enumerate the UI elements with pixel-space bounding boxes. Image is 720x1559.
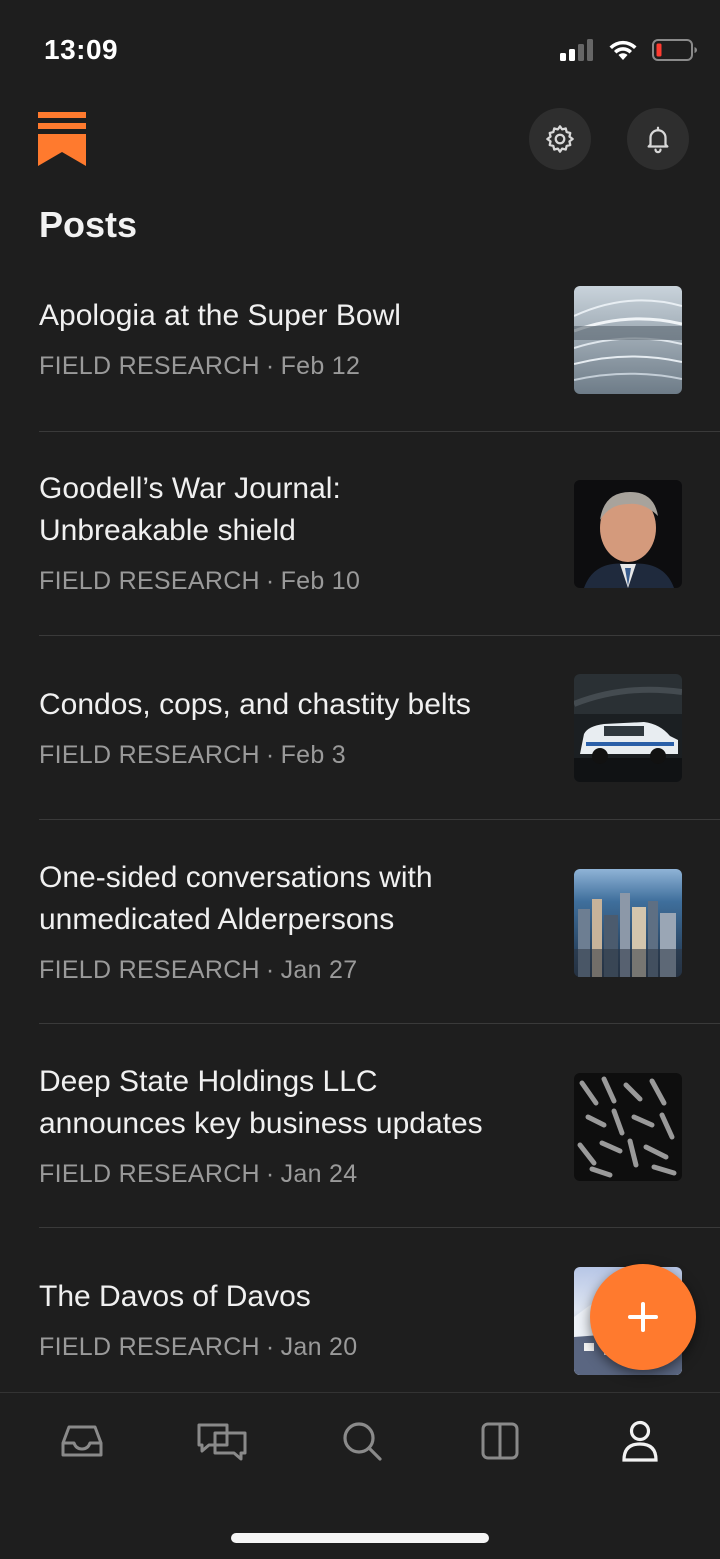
stadium-image [574,286,682,394]
post-section: FIELD RESEARCH [39,741,260,769]
post-title-line: Unbreakable shield [39,514,296,547]
post-date: Jan 27 [280,956,358,984]
post-meta: FIELD RESEARCH · Feb 12 [39,352,360,381]
meta-separator: · [265,1333,275,1361]
post-meta: FIELD RESEARCH · Jan 20 [39,1333,357,1362]
post-title-line: announces key business updates [39,1107,483,1140]
post-title[interactable]: Deep State Holdings LLC announces key bu… [39,1061,539,1145]
post-section: FIELD RESEARCH [39,1333,260,1361]
divider [39,635,720,636]
status-bar: 13:09 [0,0,720,100]
post-title[interactable]: Apologia at the Super Bowl [39,295,539,337]
plus-icon [628,1302,658,1332]
person-icon [622,1420,658,1462]
meta-separator: · [265,956,275,984]
meta-separator: · [265,1160,275,1188]
post-title-line: One-sided conversations with [39,861,433,894]
post-title-line: Condos, cops, and chastity belts [39,688,471,721]
post-section: FIELD RESEARCH [39,567,260,595]
bell-icon [647,126,669,154]
status-icons [560,38,698,62]
post-date: Feb 10 [280,567,361,595]
tab-chats[interactable] [192,1415,252,1467]
city-skyline-image [574,869,682,977]
battery-icon [652,39,697,61]
post-date: Feb 3 [280,741,346,769]
post-title[interactable]: Goodell’s War Journal: Unbreakable shiel… [39,468,539,552]
notifications-button[interactable] [627,108,689,170]
divider [39,1227,720,1228]
home-indicator [231,1533,489,1543]
post-date: Feb 12 [280,352,361,380]
divider [39,1023,720,1024]
bullets-image [574,1073,682,1181]
divider [39,819,720,820]
post-meta: FIELD RESEARCH · Jan 24 [39,1160,357,1189]
post-title-line: The Davos of Davos [39,1280,311,1313]
status-time: 13:09 [44,34,119,65]
post-title[interactable]: The Davos of Davos [39,1276,539,1318]
post-title-line: Goodell’s War Journal: [39,472,341,505]
post-meta: FIELD RESEARCH · Feb 3 [39,741,346,770]
settings-button[interactable] [529,108,591,170]
police-car-image [574,674,682,782]
post-title[interactable]: One-sided conversations with unmedicated… [39,857,539,941]
post-title-line: Apologia at the Super Bowl [39,299,401,332]
search-icon [343,1422,382,1461]
post-title-line: unmedicated Alderpersons [39,903,395,936]
tab-search[interactable] [332,1415,392,1467]
meta-separator: · [265,741,275,769]
new-post-button[interactable] [590,1264,696,1370]
tab-profile[interactable] [610,1415,670,1467]
split-view-icon [481,1422,519,1460]
page-title: Posts [39,204,138,245]
tab-reader[interactable] [470,1415,530,1467]
wifi-icon [609,40,637,60]
portrait-image [574,480,682,588]
post-meta: FIELD RESEARCH · Feb 10 [39,567,360,596]
meta-separator: · [265,352,275,380]
meta-separator: · [265,567,275,595]
post-date: Jan 24 [280,1160,358,1188]
chat-bubbles-icon [197,1423,247,1461]
tab-inbox[interactable] [52,1415,112,1467]
signal-icon [560,39,593,61]
post-title[interactable]: Condos, cops, and chastity belts [39,684,539,726]
divider [39,431,720,432]
post-section: FIELD RESEARCH [39,1160,260,1188]
substack-logo [38,112,86,166]
inbox-icon [61,1425,103,1457]
post-meta: FIELD RESEARCH · Jan 27 [39,956,357,985]
post-date: Jan 20 [280,1333,358,1361]
gear-icon [546,125,574,153]
post-title-line: Deep State Holdings LLC [39,1065,378,1098]
post-section: FIELD RESEARCH [39,352,260,380]
post-section: FIELD RESEARCH [39,956,260,984]
